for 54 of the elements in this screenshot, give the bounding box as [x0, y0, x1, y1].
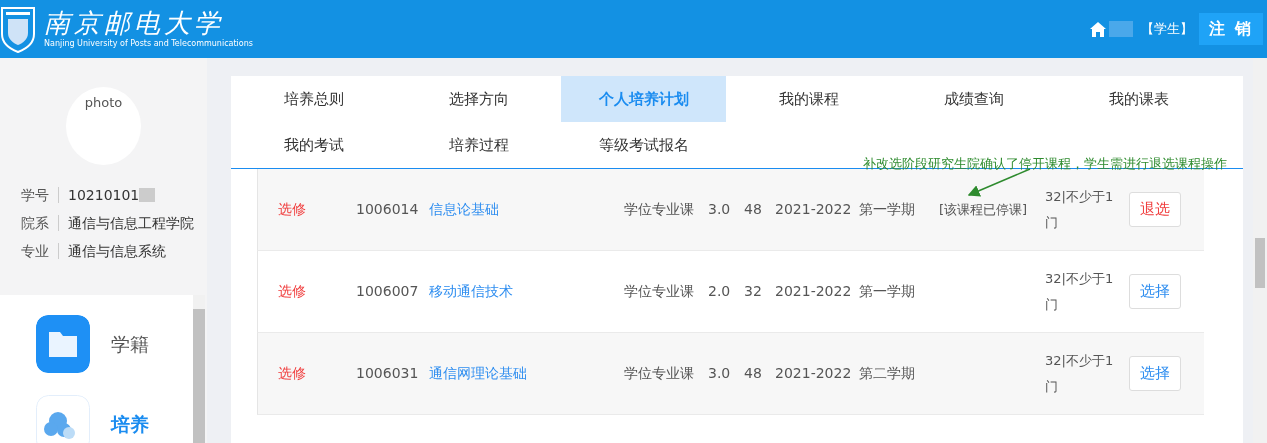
field-value: 10210101 [68, 185, 140, 205]
course-credits: 2.0 [708, 282, 732, 301]
course-requirement: 32|不少于1门 [1045, 187, 1115, 232]
tab[interactable]: 培养过程 [396, 122, 561, 168]
course-year: 2021-2022 [775, 200, 853, 219]
university-subtitle: Nanjing University of Posts and Telecommunications [44, 40, 253, 48]
course-hours: 32 [744, 282, 763, 301]
folder-icon [36, 315, 90, 373]
university-emblem-icon [0, 5, 36, 53]
redacted-block [139, 188, 156, 202]
course-hours: 48 [744, 364, 763, 383]
course-category: 学位专业课 [624, 364, 695, 383]
side-menu-item[interactable]: 学籍 [36, 315, 193, 373]
menu-scrollbar[interactable] [193, 295, 205, 443]
course-code: 1006007 [356, 282, 420, 301]
course-code: 1006031 [356, 364, 420, 383]
annotation-text: 补改选阶段研究生院确认了停开课程，学生需进行退选课程操作 [863, 155, 1227, 173]
annotation-arrow [967, 168, 1031, 197]
course-term: 第一学期 [859, 282, 916, 301]
course-type: 选修 [278, 282, 307, 301]
tab[interactable]: 选择方向 [396, 76, 561, 122]
course-term: 第二学期 [859, 364, 916, 383]
course-year: 2021-2022 [775, 364, 853, 383]
course-hours: 48 [744, 200, 763, 219]
course-requirement: 32|不少于1门 [1045, 269, 1115, 314]
course-type: 选修 [278, 200, 307, 219]
course-term: 第一学期 [859, 200, 916, 219]
course-credits: 3.0 [708, 364, 732, 383]
field-label: 学号 [20, 185, 50, 205]
field-label: 院系 [20, 213, 50, 233]
course-credits: 3.0 [708, 200, 732, 219]
course-action-button[interactable]: 退选 [1129, 192, 1181, 227]
tab[interactable]: 我的课程 [726, 76, 891, 122]
photo-alt-text: photo [84, 95, 123, 110]
user-role: 【学生】 [1141, 20, 1194, 39]
course-note: [该课程已停课] [939, 200, 1029, 219]
course-requirement: 32|不少于1门 [1045, 351, 1115, 396]
course-category: 学位专业课 [624, 282, 695, 301]
field-value: 通信与信息工程学院 [68, 213, 194, 233]
redacted-name-block [1109, 21, 1134, 37]
course-category: 学位专业课 [624, 200, 695, 219]
field-value: 通信与信息系统 [68, 241, 166, 261]
tab[interactable]: 等级考试报名 [561, 122, 726, 168]
home-icon[interactable] [1089, 20, 1108, 38]
university-name: 南京邮电大学 [44, 10, 225, 36]
course-year: 2021-2022 [775, 282, 853, 301]
tab[interactable]: 成绩查询 [891, 76, 1056, 122]
tab[interactable]: 我的课表 [1056, 76, 1221, 122]
course-type: 选修 [278, 364, 307, 383]
tab[interactable]: 我的考试 [231, 122, 396, 168]
field-label: 专业 [20, 241, 50, 261]
course-name-link[interactable]: 移动通信技术 [429, 283, 513, 299]
course-code: 1006014 [356, 200, 420, 219]
tab[interactable]: 培养总则 [231, 76, 396, 122]
